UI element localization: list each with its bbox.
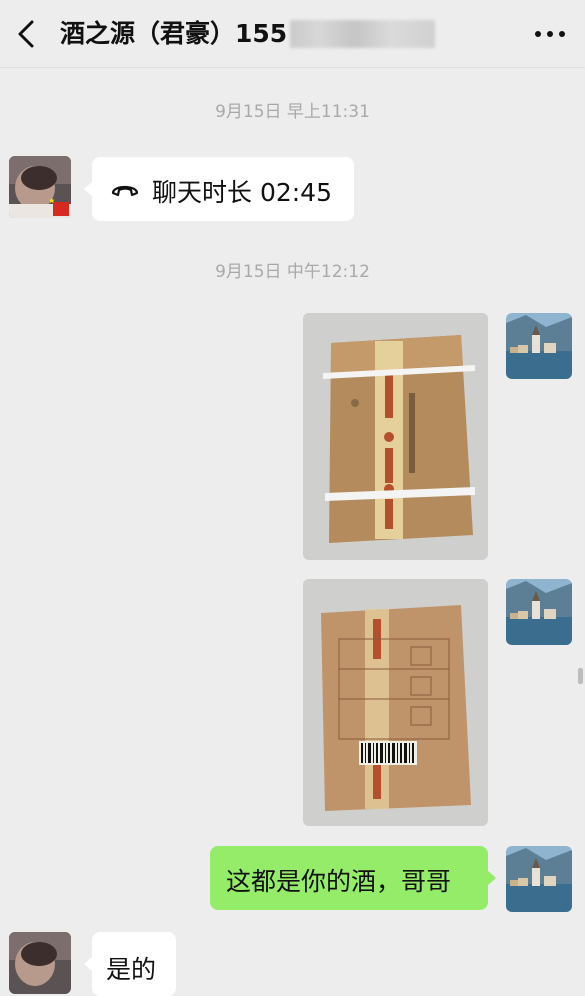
- contact-avatar[interactable]: [9, 156, 71, 218]
- contact-avatar[interactable]: [9, 932, 71, 994]
- call-duration-text: 聊天时长 02:45: [152, 178, 332, 207]
- sent-photo-box-label[interactable]: [303, 579, 488, 826]
- my-avatar[interactable]: [506, 579, 572, 645]
- sent-photo-box-top[interactable]: [303, 313, 488, 560]
- reply-message-bubble[interactable]: 是的: [84, 932, 176, 996]
- chat-header: 酒之源（君豪）155: [0, 0, 585, 68]
- scrollbar[interactable]: [578, 668, 583, 684]
- reply-message-text: 是的: [106, 955, 157, 984]
- more-dots-icon[interactable]: [533, 26, 567, 42]
- my-avatar[interactable]: [506, 846, 572, 912]
- chat-title[interactable]: 酒之源（君豪）155: [60, 14, 287, 54]
- sent-message-bubble[interactable]: 这都是你的酒，哥哥: [210, 846, 496, 910]
- phone-hangup-icon: [111, 185, 139, 197]
- my-avatar[interactable]: [506, 313, 572, 379]
- sent-message-text: 这都是你的酒，哥哥: [226, 867, 452, 896]
- call-message-bubble[interactable]: 聊天时长 02:45: [84, 157, 354, 221]
- chevron-left-icon[interactable]: [12, 18, 42, 50]
- timestamp: 9月15日 早上11:31: [215, 102, 370, 122]
- timestamp: 9月15日 中午12:12: [215, 262, 370, 282]
- redacted-number: [290, 20, 435, 48]
